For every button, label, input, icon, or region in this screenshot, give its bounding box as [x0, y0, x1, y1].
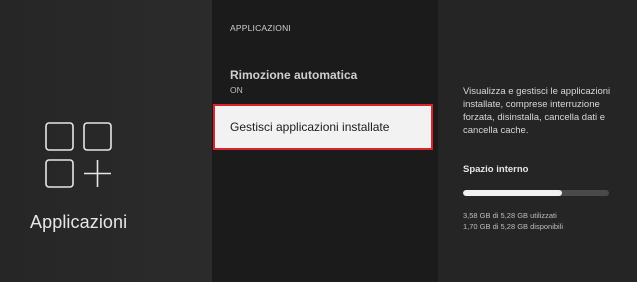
storage-used-text: 3,58 GB di 5,28 GB utilizzati: [463, 211, 557, 220]
category-title: Applicazioni: [30, 212, 128, 232]
details-panel: Visualizza e gestisci le applicazioni in…: [438, 0, 637, 282]
menu-item-label: Rimozione automatica: [230, 68, 358, 82]
settings-screen: Applicazioni APPLICAZIONI Rimozione auto…: [0, 0, 637, 282]
storage-title: Spazio interno: [463, 164, 529, 175]
category-panel: Applicazioni: [0, 0, 212, 282]
storage-progress-fill: [463, 190, 562, 196]
section-header: APPLICAZIONI: [230, 23, 291, 33]
menu-item-manage-installed-apps[interactable]: Gestisci applicazioni installate: [213, 104, 433, 150]
menu-panel: APPLICAZIONI Rimozione automatica ON Ges…: [212, 0, 438, 282]
storage-free-text: 1,70 GB di 5,28 GB disponibili: [463, 222, 564, 231]
storage-progress-bar: [463, 190, 609, 196]
item-description: Visualizza e gestisci le applicazioni in…: [463, 86, 611, 136]
menu-item-auto-removal[interactable]: Rimozione automatica ON: [230, 68, 357, 95]
apps-grid-add-icon: [45, 122, 112, 188]
menu-item-value: ON: [230, 85, 243, 95]
menu-item-label: Gestisci applicazioni installate: [230, 120, 390, 134]
